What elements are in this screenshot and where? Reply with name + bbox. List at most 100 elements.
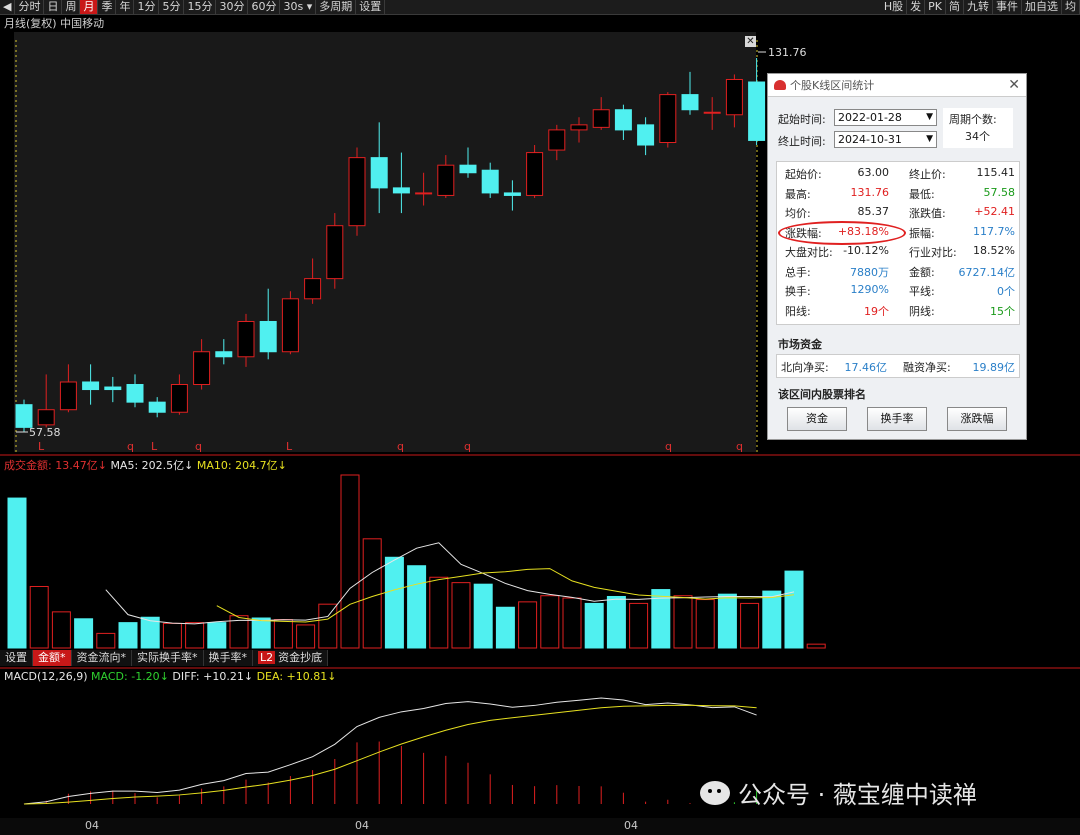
dea-line <box>23 704 757 805</box>
candle-body <box>570 124 588 131</box>
stat-label: 振幅: <box>909 226 935 240</box>
signal-marker: L <box>151 440 158 453</box>
close-icon[interactable]: ✕ <box>1008 77 1020 93</box>
stat-value: 0个 <box>997 285 1015 298</box>
date-axis: 04 04 04 <box>0 818 1080 835</box>
rank-fund-button[interactable]: 资金 <box>787 407 847 431</box>
candle-body <box>748 81 766 141</box>
ma5-value: MA5: 202.5亿 <box>110 459 185 472</box>
diff-line <box>23 697 757 805</box>
candle-body <box>15 404 33 428</box>
amount-bar <box>162 622 182 649</box>
stat-value: 115.41 <box>976 166 1016 179</box>
diff-value: DIFF: +10.21 <box>172 670 244 683</box>
indicator-tab-4[interactable]: 换手率* <box>203 650 253 666</box>
signal-marker: q <box>665 440 672 453</box>
stat-label: 行业对比: <box>909 246 957 259</box>
stat-value: 117.7% <box>973 224 1015 238</box>
indicator-tab-3[interactable]: 实际换手率* <box>132 650 204 666</box>
signal-marker: L <box>38 440 45 453</box>
stat-value: 85.37 <box>857 205 890 218</box>
macd-value: MACD: -1.20 <box>91 670 160 683</box>
signal-marker: q <box>195 440 202 453</box>
candle-body <box>148 401 166 413</box>
amount-bar <box>185 622 205 649</box>
macd-header: MACD(12,26,9) MACD: -1.20↓ DIFF: +10.21↓… <box>4 670 337 683</box>
end-time-select[interactable]: 2024-10-31 ▼ <box>834 131 937 148</box>
rank-turnover-button[interactable]: 换手率 <box>867 407 927 431</box>
ma10-value: MA10: 204.7亿 <box>196 459 278 472</box>
candle-body <box>637 124 655 146</box>
amount-bar <box>207 622 227 649</box>
amount-bar <box>562 597 582 649</box>
stat-value: 19个 <box>864 304 889 318</box>
stat-label: 最高: <box>785 187 811 201</box>
indicator-tab-1[interactable]: 金额* <box>33 650 72 666</box>
candle-body <box>193 351 211 386</box>
amount-bar <box>429 576 449 649</box>
candle-body <box>82 381 100 391</box>
indicator-tab-2[interactable]: 资金流向* <box>71 650 132 666</box>
candle-body <box>126 384 144 403</box>
watermark: 公众号 · 薇宝缠中读禅 <box>700 775 977 810</box>
amount-bar <box>318 603 338 649</box>
stat-value: 15个 <box>990 304 1015 318</box>
amount-bar <box>695 599 715 649</box>
stat-label: 最低: <box>909 187 935 201</box>
amount-bar <box>362 538 382 649</box>
interval-stats-dialog: 个股K线区间统计 ✕ 起始时间: 2022-01-28 ▼ 终止时间: 2024-… <box>767 73 1027 440</box>
candle-body <box>481 169 499 194</box>
stat-label: 起始价: <box>785 168 822 181</box>
candle-body <box>326 225 344 280</box>
stat-value: +52.41 <box>974 205 1015 218</box>
candle-body <box>459 164 477 174</box>
chevron-down-icon: ▼ <box>926 134 933 144</box>
amount-bar <box>340 474 360 649</box>
amount-bar <box>540 595 560 649</box>
stat-label: 平线: <box>909 285 935 298</box>
amount-bar <box>473 583 493 649</box>
candle-body <box>392 187 410 194</box>
stat-label: 总手: <box>785 265 811 279</box>
amount-bar <box>584 602 604 649</box>
wechat-icon <box>700 780 730 805</box>
watermark-text: 公众号 · 薇宝缠中读禅 <box>738 781 977 809</box>
period-count-value: 34个 <box>965 130 990 143</box>
north-value: 17.46亿 <box>844 361 888 374</box>
l2-badge: L2 <box>258 651 276 664</box>
candle-body <box>703 111 721 114</box>
low-price-label: 57.58 <box>29 426 61 439</box>
stat-value: 131.76 <box>850 185 890 199</box>
indicator-tab-5[interactable]: L2 资金抄底 <box>253 650 329 666</box>
stat-value: 7880万 <box>850 265 889 279</box>
signal-marker: q <box>397 440 404 453</box>
indicator-tabs: 设置 金额* 资金流向* 实际换手率* 换手率* L2 资金抄底 <box>0 650 329 666</box>
amount-bar <box>29 585 49 649</box>
margin-value: 19.89亿 <box>972 361 1016 374</box>
candle-body <box>237 320 255 358</box>
candle-body <box>370 157 388 189</box>
candle-body <box>503 192 521 196</box>
stat-value: 1290% <box>850 283 889 296</box>
amount-bar <box>673 595 693 649</box>
macd-name: MACD(12,26,9) <box>4 670 88 683</box>
start-time-select[interactable]: 2022-01-28 ▼ <box>834 109 937 126</box>
indicator-tab-0[interactable]: 设置 <box>0 650 33 666</box>
candle-body <box>37 409 55 426</box>
amount-bar <box>74 618 94 649</box>
rank-section-title: 该区间内股票排名 <box>778 388 866 401</box>
fund-section-title: 市场资金 <box>778 338 822 351</box>
start-time-value: 2022-01-28 <box>838 111 902 124</box>
signal-marker: L <box>286 440 293 453</box>
amount-bar <box>118 622 138 649</box>
rank-change-button[interactable]: 涨跌幅 <box>947 407 1007 431</box>
amount-bar <box>495 606 515 649</box>
close-icon[interactable]: ✕ <box>745 36 756 47</box>
amount-bar <box>96 632 116 649</box>
candle-body <box>659 94 677 144</box>
date-tick: 04 <box>355 819 369 832</box>
end-time-value: 2024-10-31 <box>838 133 902 146</box>
candle-body <box>304 278 322 300</box>
candle-body <box>259 320 277 353</box>
fund-box: 北向净买: 17.46亿 融资净买: 19.89亿 <box>776 354 1020 378</box>
